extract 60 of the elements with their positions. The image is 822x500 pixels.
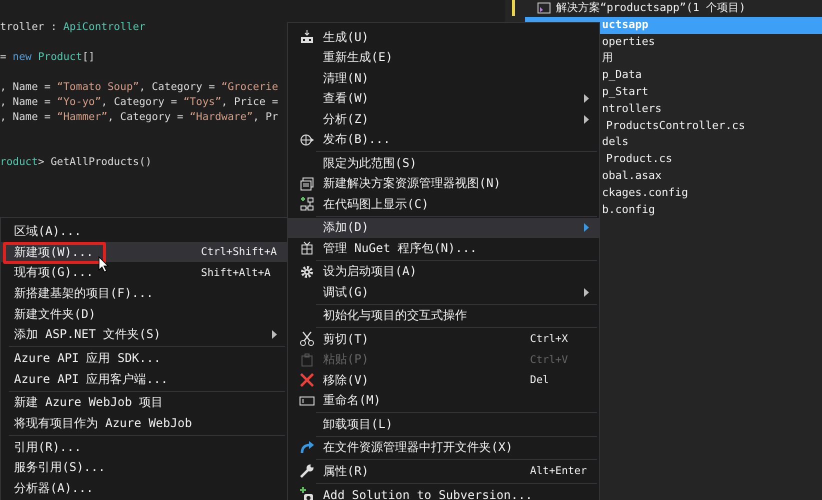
menu-item[interactable]: 在文件资源管理器中打开文件夹(X) xyxy=(288,438,599,458)
menu-item[interactable]: 添加(D) xyxy=(288,218,599,238)
menu-item[interactable]: 卸载项目(L) xyxy=(288,414,599,434)
menu-item[interactable]: 分析器(A)... xyxy=(1,478,287,499)
cursor-icon xyxy=(98,256,109,273)
menu-item[interactable]: 新建解决方案资源管理器视图(N) xyxy=(288,174,599,194)
shortcut-text: Ctrl+X xyxy=(530,333,568,346)
menu-item[interactable]: 清理(N) xyxy=(288,68,599,88)
menu-item[interactable]: 初始化与项目的交互式操作 xyxy=(288,306,599,326)
menu-item[interactable]: 管理 NuGet 程序包(N)... xyxy=(288,238,599,258)
shortcut-text: Ctrl+Shift+A xyxy=(201,246,277,258)
code-line: = new Product[] xyxy=(0,50,95,65)
code-line: , Name = “Yo-yo”, Category = “Toys”, Price = xyxy=(0,95,278,110)
menu-item[interactable]: 移除(V) Del xyxy=(288,370,599,390)
scissors-icon xyxy=(298,331,314,348)
menu-item[interactable]: 新建 Azure WebJob 项目 xyxy=(1,392,287,414)
menu-item[interactable]: 剪切(T) Ctrl+X xyxy=(288,329,599,350)
tree-item[interactable]: 解决方案“productsapp”(1 个项目) xyxy=(525,0,822,17)
shortcut-text: Shift+Alt+A xyxy=(201,266,271,279)
code-line: troller : ApiController xyxy=(0,20,146,35)
shortcut-text: Alt+Enter xyxy=(530,465,587,478)
menu-item[interactable]: 调试(G) xyxy=(288,282,599,302)
menu-item[interactable]: Azure API 应用 SDK... xyxy=(1,348,287,369)
build-icon xyxy=(298,29,314,46)
curved-arrow-icon xyxy=(298,440,314,456)
menu-item[interactable]: 分析(Z) xyxy=(288,109,599,130)
menu-item[interactable]: 在代码图上显示(C) xyxy=(288,194,599,214)
window-icon xyxy=(298,176,314,192)
menu-item[interactable]: 新建文件夹(D) xyxy=(1,304,287,324)
menu-item[interactable]: 重新生成(E) xyxy=(288,48,599,68)
shortcut-text: Ctrl+V xyxy=(530,354,568,366)
clipboard-icon xyxy=(298,352,314,368)
menu-item[interactable]: 区域(A)... xyxy=(1,221,287,242)
code-line: , Name = “Tomato Soup”, Category = “Grocerie xyxy=(0,80,278,95)
menu-item[interactable]: 现有项(G)... Shift+Alt+A xyxy=(1,262,287,284)
menu-item[interactable]: 属性(R) Alt+Enter xyxy=(288,461,599,482)
diagram-icon xyxy=(298,196,314,212)
menu-item[interactable]: 将现有项目作为 Azure WebJob xyxy=(1,413,287,434)
solution-icon xyxy=(537,2,551,14)
wrench-icon xyxy=(298,463,314,480)
menu-item[interactable]: 设为启动项目(A) xyxy=(288,262,599,282)
change-marker xyxy=(512,0,515,16)
shortcut-text: Del xyxy=(530,374,549,386)
menu-item[interactable]: 添加 ASP.NET 文件夹(S) xyxy=(1,324,287,346)
close-icon xyxy=(298,372,314,388)
code-line: , Name = “Hammer”, Category = “Hardware”, Pr xyxy=(0,110,278,125)
menu-item[interactable]: 发布(B)... xyxy=(288,130,599,150)
menu-item[interactable]: 重命名(M) xyxy=(288,390,599,411)
menu-item[interactable]: 新搭建基架的项目(F)... xyxy=(1,283,287,304)
menu-item[interactable]: 查看(W) xyxy=(288,88,599,109)
globe-icon xyxy=(298,132,314,148)
gear-icon xyxy=(298,264,314,280)
code-line: roduct> GetAllProducts() xyxy=(0,155,152,170)
menu-item[interactable]: 限定为此范围(S) xyxy=(288,153,599,174)
package-icon xyxy=(298,240,314,256)
menu-item[interactable]: 引用(R)... xyxy=(1,436,287,458)
menu-item[interactable]: 新建项(W)... Ctrl+Shift+A xyxy=(1,242,287,262)
menu-item[interactable]: Add Solution to Subversion... xyxy=(288,484,599,500)
menu-item[interactable]: 服务引用(S)... xyxy=(1,458,287,478)
menu-item[interactable]: Azure API 应用客户端... xyxy=(1,368,287,390)
